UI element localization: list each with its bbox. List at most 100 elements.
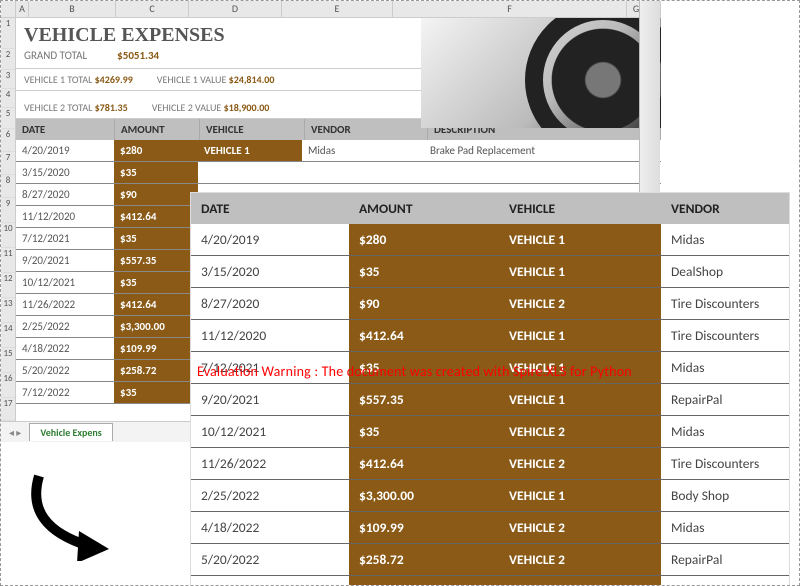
arrow-icon — [19, 471, 159, 561]
v1-total-label: VEHICLE 1 TOTAL — [24, 73, 92, 86]
overlay-cell-vendor: Tire Discounters — [661, 320, 789, 351]
col-header[interactable]: A — [16, 1, 29, 17]
overlay-cell-amount: $35 — [349, 352, 499, 383]
row-header[interactable]: 15 — [1, 348, 15, 373]
overlay-col-date: DATE — [191, 193, 349, 224]
col-header[interactable]: F — [393, 1, 627, 17]
overlay-cell-vendor: Midas — [661, 224, 789, 255]
row-header[interactable]: 4 — [1, 89, 15, 108]
cell-date[interactable]: 4/18/2022 — [16, 338, 114, 359]
row-header[interactable]: 7 — [1, 152, 15, 175]
cell-date[interactable]: 9/20/2021 — [16, 250, 114, 271]
cell-amount[interactable]: $280 — [114, 140, 198, 161]
col-header[interactable]: E — [282, 1, 393, 17]
overlay-cell-amount: $557.35 — [349, 384, 499, 415]
cell-date[interactable]: 10/12/2021 — [16, 272, 114, 293]
table-row[interactable]: 4/20/2019$280VEHICLE 1MidasBrake Pad Rep… — [16, 140, 661, 162]
cell-vendor[interactable]: Midas — [302, 140, 424, 161]
v2-value-value: $18,900.00 — [224, 101, 270, 114]
overlay-cell-vendor: Midas — [661, 416, 789, 447]
cell-date[interactable]: 4/20/2019 — [16, 140, 114, 161]
tab-nav-icon[interactable]: ◂ ▸ — [1, 426, 29, 439]
cell-amount[interactable]: $557.35 — [114, 250, 198, 271]
row-header[interactable]: 8 — [1, 175, 15, 198]
cell-amount[interactable]: $412.64 — [114, 206, 198, 227]
cell-amount[interactable]: $90 — [114, 184, 198, 205]
cell-amount[interactable]: $3,300.00 — [114, 316, 198, 337]
cell-date[interactable]: 3/15/2020 — [16, 162, 114, 183]
overlay-cell-vehicle: VEHICLE 2 — [499, 576, 661, 586]
cell-amount[interactable]: $35 — [114, 162, 198, 183]
overlay-col-vehicle: VEHICLE — [499, 193, 661, 224]
cell-date[interactable]: 7/12/2022 — [16, 382, 114, 403]
row-header[interactable]: 3 — [1, 70, 15, 89]
col-vendor: VENDOR — [305, 119, 428, 140]
cell-date[interactable]: 7/12/2021 — [16, 228, 114, 249]
overlay-cell-date: 5/20/2022 — [191, 544, 349, 575]
row-header[interactable]: 16 — [1, 373, 15, 398]
overlay-row: 10/12/2021$35VEHICLE 2Midas — [191, 416, 789, 448]
row-header[interactable]: 13 — [1, 298, 15, 323]
overlay-col-amount: AMOUNT — [349, 193, 499, 224]
col-date: DATE — [16, 119, 115, 140]
overlay-cell-vendor: RepairPal — [661, 384, 789, 415]
cell-date[interactable]: 5/20/2022 — [16, 360, 114, 381]
cell-date[interactable]: 2/25/2022 — [16, 316, 114, 337]
overlay-cell-amount: $3,300.00 — [349, 480, 499, 511]
row-header[interactable]: 12 — [1, 273, 15, 298]
grand-total-value: $5051.34 — [117, 49, 159, 62]
row-header[interactable]: 9 — [1, 198, 15, 223]
overlay-row: 4/18/2022$109.99VEHICLE 2Midas — [191, 512, 789, 544]
cell-amount[interactable]: $35 — [114, 382, 198, 403]
overlay-cell-amount: $35 — [349, 576, 499, 586]
cell-date[interactable]: 11/12/2020 — [16, 206, 114, 227]
row-header[interactable]: 11 — [1, 248, 15, 273]
cell-amount[interactable]: $35 — [114, 228, 198, 249]
col-amount: AMOUNT — [115, 119, 200, 140]
overlay-cell-date: 10/12/2021 — [191, 416, 349, 447]
overlay-cell-vehicle: VEHICLE 1 — [499, 224, 661, 255]
row-header[interactable]: 14 — [1, 323, 15, 348]
row-header[interactable]: 6 — [1, 129, 15, 152]
v1-value-value: $24,814.00 — [229, 73, 275, 86]
col-header[interactable]: C — [116, 1, 189, 17]
cell-vehicle[interactable]: VEHICLE 1 — [198, 140, 302, 161]
cell-amount[interactable]: $258.72 — [114, 360, 198, 381]
canvas: A B C D E F G I 1 2 3 4 5 6 7 8 9 10 11 … — [0, 0, 800, 586]
overlay-cell-vendor: Tire Discounters — [661, 288, 789, 319]
cell-amount[interactable]: $109.99 — [114, 338, 198, 359]
overlay-cell-date: 3/15/2020 — [191, 256, 349, 287]
col-header[interactable]: B — [29, 1, 116, 17]
cell-amount[interactable]: $35 — [114, 272, 198, 293]
select-all-cell[interactable] — [1, 1, 16, 17]
overlay-row: 5/20/2022$258.72VEHICLE 2RepairPal — [191, 544, 789, 576]
overlay-cell-vendor: Midas — [661, 352, 789, 383]
overlay-row: 3/15/2020$35VEHICLE 1DealShop — [191, 256, 789, 288]
overlay-cell-date: 4/18/2022 — [191, 512, 349, 543]
cell-date[interactable]: 11/26/2022 — [16, 294, 114, 315]
overlay-cell-amount: $280 — [349, 224, 499, 255]
overlay-cell-date: 2/25/2022 — [191, 480, 349, 511]
overlay-cell-vehicle: VEHICLE 2 — [499, 416, 661, 447]
overlay-cell-date: 8/27/2020 — [191, 288, 349, 319]
row-header[interactable]: 5 — [1, 108, 15, 129]
row-header[interactable]: 10 — [1, 223, 15, 248]
col-header[interactable]: D — [189, 1, 282, 17]
cell-amount[interactable]: $412.64 — [114, 294, 198, 315]
table-row[interactable]: 3/15/2020$35 — [16, 162, 661, 184]
overlay-col-vendor: VENDOR — [661, 193, 789, 224]
cell-date[interactable]: 8/27/2020 — [16, 184, 114, 205]
tab-vehicle-expenses[interactable]: Vehicle Expens — [29, 423, 112, 441]
overlay-cell-vehicle: VEHICLE 1 — [499, 480, 661, 511]
row-header[interactable]: 17 — [1, 398, 15, 421]
row-header[interactable]: 1 — [1, 18, 15, 49]
overlay-row: 11/26/2022$412.64VEHICLE 2Tire Discounte… — [191, 448, 789, 480]
v1-value-label: VEHICLE 1 VALUE — [157, 73, 227, 86]
cell-description[interactable]: Brake Pad Replacement — [424, 140, 661, 161]
row-headers: 1 2 3 4 5 6 7 8 9 10 11 12 13 14 15 16 1… — [1, 18, 16, 421]
column-headers: A B C D E F G I — [1, 1, 661, 18]
overlay-row: 2/25/2022$3,300.00VEHICLE 1Body Shop — [191, 480, 789, 512]
row-header[interactable]: 2 — [1, 49, 15, 70]
overlay-row: 8/27/2020$90VEHICLE 2Tire Discounters — [191, 288, 789, 320]
car-image — [421, 18, 661, 128]
